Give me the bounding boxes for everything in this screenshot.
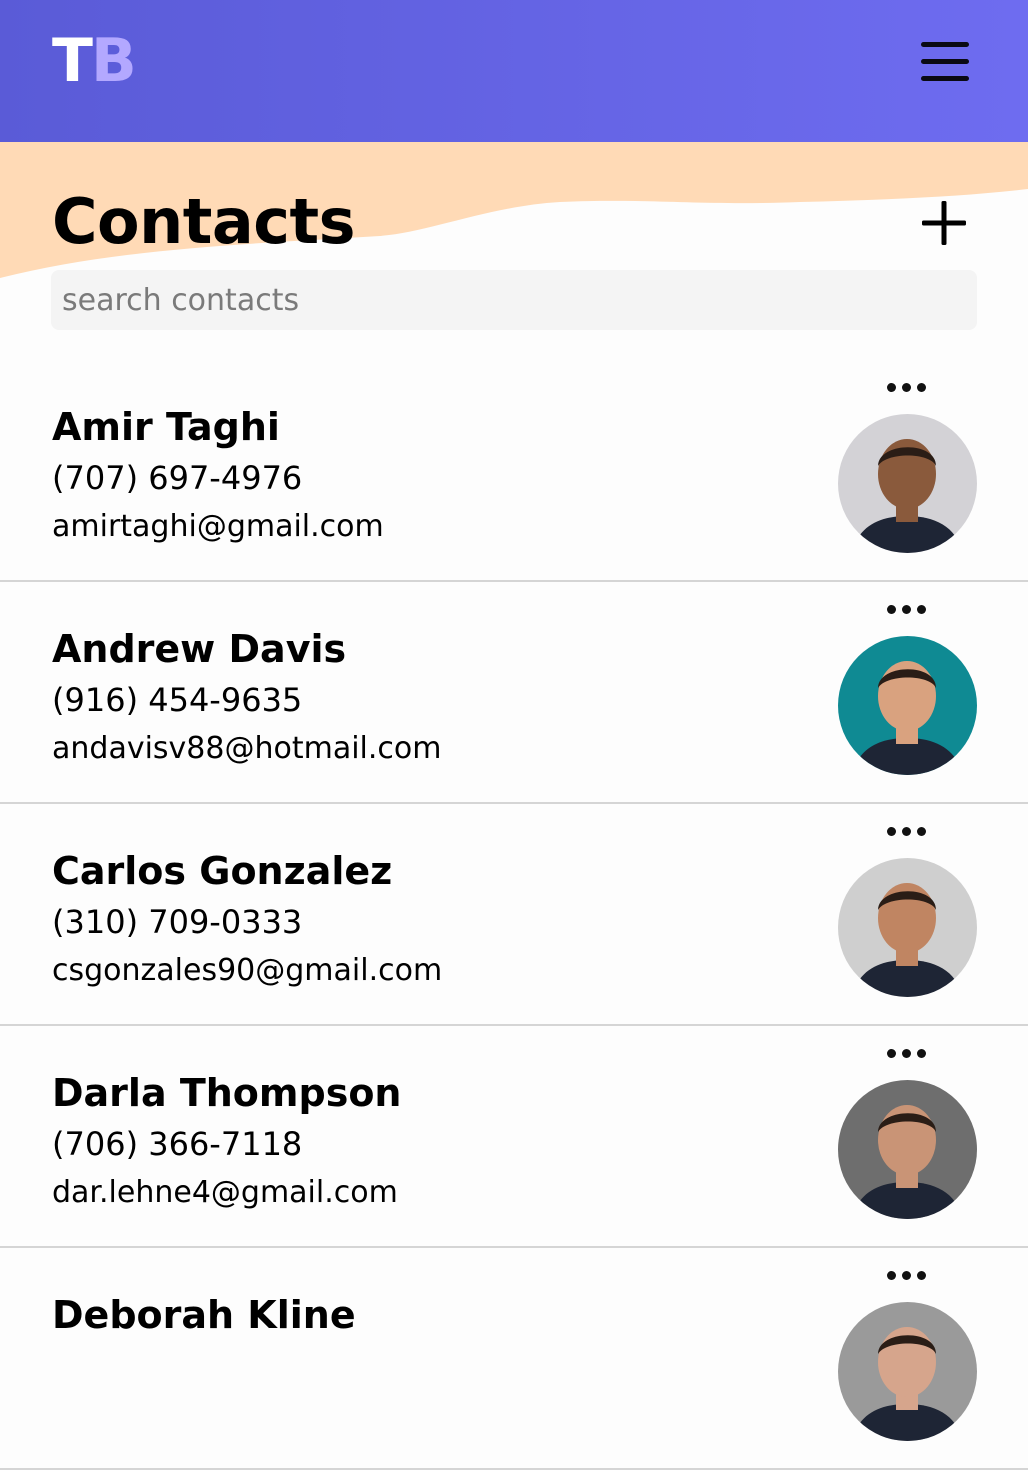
more-options-icon[interactable] <box>884 380 930 394</box>
logo-letter-t: T <box>52 26 93 96</box>
contact-name: Deborah Kline <box>52 1293 356 1337</box>
app-header: TB <box>0 0 1028 142</box>
contact-phone[interactable]: (706) 366-7118 <box>52 1124 302 1164</box>
contact-avatar[interactable] <box>838 636 977 775</box>
add-contact-plus-icon[interactable] <box>920 199 968 247</box>
contact-email[interactable]: csgonzales90@gmail.com <box>52 952 442 990</box>
contact-name: Carlos Gonzalez <box>52 849 393 893</box>
contact-email[interactable]: amirtaghi@gmail.com <box>52 508 384 546</box>
contact-phone[interactable]: (310) 709-0333 <box>52 902 302 942</box>
page-title: Contacts <box>52 185 356 258</box>
contact-row[interactable]: Amir Taghi (707) 697-4976 amirtaghi@gmail.… <box>0 360 1028 582</box>
contact-avatar[interactable] <box>838 1080 977 1219</box>
contact-name: Andrew Davis <box>52 627 347 671</box>
more-options-icon[interactable] <box>884 1046 930 1060</box>
contact-avatar[interactable] <box>838 858 977 997</box>
contact-phone[interactable]: (707) 697-4976 <box>52 458 302 498</box>
contact-row[interactable]: Carlos Gonzalez (310) 709-0333 csgonzales9… <box>0 804 1028 1026</box>
app-logo[interactable]: TB <box>52 26 137 96</box>
contact-email[interactable]: dar.lehne4@gmail.com <box>52 1174 398 1212</box>
contact-row[interactable]: Darla Thompson (706) 366-7118 dar.lehne4@g… <box>0 1026 1028 1248</box>
contact-avatar[interactable] <box>838 414 977 553</box>
contact-email[interactable]: andavisv88@hotmail.com <box>52 730 442 768</box>
logo-letter-b: B <box>90 26 137 96</box>
contact-row[interactable]: Deborah Kline <box>0 1248 1028 1470</box>
contact-row[interactable]: Andrew Davis (916) 454-9635 andavisv88@hot… <box>0 582 1028 804</box>
hamburger-menu-icon[interactable] <box>918 40 972 84</box>
more-options-icon[interactable] <box>884 1268 930 1282</box>
contact-name: Amir Taghi <box>52 405 280 449</box>
contact-name: Darla Thompson <box>52 1071 402 1115</box>
more-options-icon[interactable] <box>884 824 930 838</box>
more-options-icon[interactable] <box>884 602 930 616</box>
contact-avatar[interactable] <box>838 1302 977 1441</box>
search-contacts-input[interactable] <box>51 270 977 330</box>
contact-phone[interactable]: (916) 454-9635 <box>52 680 302 720</box>
